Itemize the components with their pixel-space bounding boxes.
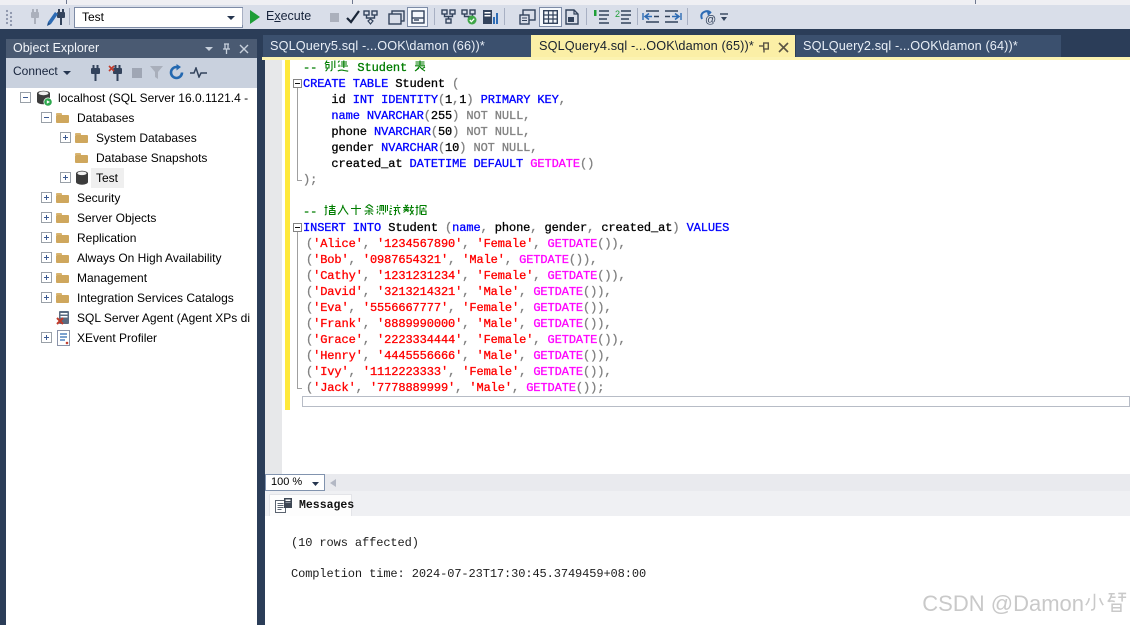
svg-text:2: 2 <box>615 9 620 19</box>
svg-text:@: @ <box>705 14 716 25</box>
